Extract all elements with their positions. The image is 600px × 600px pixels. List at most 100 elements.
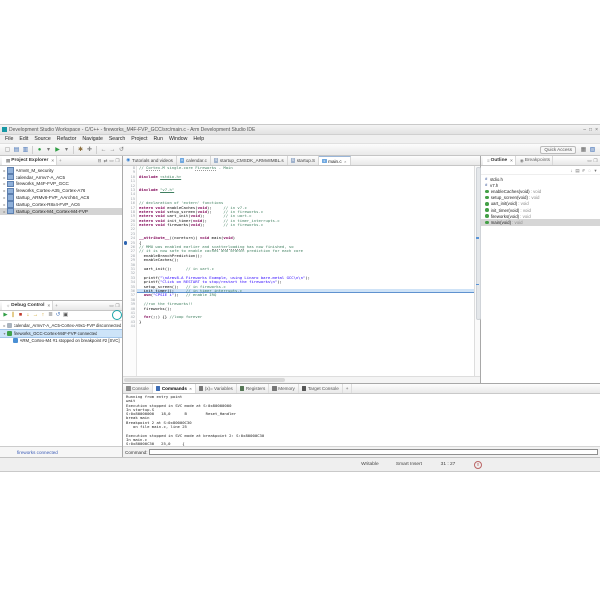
minimize-icon[interactable]: ▭ (109, 158, 114, 163)
menu-run[interactable]: Run (150, 135, 166, 143)
command-row: Command: (123, 446, 600, 457)
cpp-perspective-icon[interactable]: ▧ (589, 146, 597, 154)
navigate-back-icon[interactable]: ← (100, 146, 108, 154)
link-editor-icon[interactable]: ⇄ (103, 158, 108, 163)
project-item[interactable]: ▸startup_Cortex-M4_Cortex-M4-FVP (0, 208, 122, 215)
new-view-tab-icon[interactable]: + (55, 303, 58, 308)
menu-refactor[interactable]: Refactor (54, 135, 80, 143)
error-log-icon[interactable]: ! (474, 461, 482, 469)
tab-target-console[interactable]: Target Console (299, 384, 343, 393)
tab-commands[interactable]: Commands× (153, 384, 196, 393)
run-icon[interactable]: ▶ (54, 146, 62, 154)
maximize-window-icon[interactable]: □ (589, 127, 592, 133)
tab-project-explorer[interactable]: ▤ Project Explorer × (2, 156, 57, 165)
project-item[interactable]: ▸fireworks_M4F-FVP_GCC (0, 181, 122, 188)
close-icon[interactable]: × (510, 158, 513, 163)
reset-icon[interactable]: ↺ (55, 312, 62, 319)
editor-tab-calendar-c[interactable]: ccalendar.c (177, 156, 211, 165)
close-icon[interactable]: × (189, 386, 191, 391)
collapse-all-icon[interactable]: ⊟ (97, 158, 102, 163)
save-icon[interactable]: ▤ (13, 146, 21, 154)
close-window-icon[interactable]: × (595, 127, 598, 133)
close-icon[interactable]: × (344, 159, 346, 164)
dropdown-icon[interactable]: ▾ (45, 146, 53, 154)
close-icon[interactable]: × (51, 158, 54, 163)
editor-tab-startup-cmsdk-armv8mbl-s[interactable]: Sstartup_CMSDK_ARMv8MBL.s (211, 156, 288, 165)
command-input[interactable] (149, 449, 598, 456)
tab-debug-control[interactable]: ☼ Debug Control × (2, 301, 53, 310)
stop-icon[interactable]: ■ (17, 312, 24, 319)
debug-connection-item[interactable]: ▸calendar_Armv7-A_AC5-Cortex-A9x1-FVP di… (0, 322, 122, 329)
tab-registers[interactable]: Registers (237, 384, 269, 393)
connect-icon[interactable]: ▶ (2, 312, 9, 319)
minimize-icon[interactable]: ▭ (109, 303, 114, 308)
last-edit-icon[interactable]: ↺ (118, 146, 126, 154)
step-into-icon[interactable]: ↓ (25, 312, 32, 319)
menu-edit[interactable]: Edit (16, 135, 31, 143)
debug-item-label: ARM_Cortex-M4 #1 stopped on breakpoint #… (20, 338, 120, 343)
sort-icon[interactable]: ↓ (569, 168, 574, 173)
annotation-ruler[interactable] (123, 166, 128, 376)
tab--[interactable]: + (343, 384, 353, 393)
title-bar[interactable]: Development Studio Workspace - C/C++ - f… (0, 125, 600, 135)
scrollbar-thumb[interactable] (476, 167, 482, 320)
menu-search[interactable]: Search (106, 135, 128, 143)
view-menu-icon[interactable]: ▾ (593, 168, 598, 173)
new-wizard-icon[interactable]: ✚ (86, 146, 94, 154)
menu-project[interactable]: Project (128, 135, 150, 143)
overview-ruler[interactable] (474, 166, 480, 376)
menu-navigate[interactable]: Navigate (79, 135, 105, 143)
tab-memory[interactable]: Memory (269, 384, 299, 393)
close-icon[interactable]: × (47, 303, 50, 308)
horizontal-scrollbar[interactable] (123, 376, 480, 383)
new-icon[interactable]: ▢ (4, 146, 12, 154)
interrupt-icon[interactable]: ∥ (10, 312, 17, 319)
menu-help[interactable]: Help (190, 135, 207, 143)
build-icon[interactable]: ✱ (77, 146, 85, 154)
maximize-icon[interactable]: ❒ (115, 158, 120, 163)
minimize-window-icon[interactable]: – (583, 127, 586, 133)
tab-console[interactable]: Console (123, 384, 153, 393)
outline-item[interactable]: main(void) : void (481, 219, 600, 225)
maximize-icon[interactable]: ❒ (593, 158, 598, 163)
hscroll-thumb[interactable] (124, 378, 285, 382)
instruction-stepping-icon[interactable]: ≣ (47, 312, 54, 319)
project-item[interactable]: ▸startup_ARMv8-FVP_AArch64_AC6 (0, 194, 122, 201)
code-line[interactable] (137, 324, 474, 328)
step-out-icon[interactable]: ↑ (40, 312, 47, 319)
maximize-icon[interactable]: ❒ (115, 303, 120, 308)
save-all-icon[interactable]: ▥ (22, 146, 30, 154)
commands-console[interactable]: Running from entry pointwaitExecution st… (123, 394, 600, 446)
outline-item-label: uart_init(void) (491, 201, 518, 206)
hide-includes-icon[interactable]: ◌ (587, 168, 592, 173)
tab-breakpoints[interactable]: ◉Breakpoints (516, 156, 553, 165)
menu-source[interactable]: Source (31, 135, 53, 143)
quick-access-button[interactable]: Quick Access (540, 146, 576, 154)
debug-icon[interactable]: ● (36, 146, 44, 154)
project-item[interactable]: ▸calendar_Armv7-A_AC5 (0, 174, 122, 181)
disconnect-icon[interactable]: ▣ (62, 312, 69, 319)
open-perspective-icon[interactable]: ▦ (580, 146, 588, 154)
new-view-tab-icon[interactable]: + (59, 158, 62, 163)
step-over-icon[interactable]: → (32, 312, 39, 319)
project-item[interactable]: ▸startup_Cortex-R8x4-FVP_AC6 (0, 201, 122, 208)
tab-outline[interactable]: ≡Outline× (483, 156, 516, 165)
editor-tab-main-c[interactable]: cmain.c× (319, 156, 350, 165)
editor-tab-label: startup.S (297, 158, 315, 163)
dropdown-icon[interactable]: ▾ (63, 146, 71, 154)
project-item[interactable]: ▸Armv8_M_security (0, 167, 122, 174)
project-item[interactable]: ▸fireworks_Cortex-A35_Cortex-A76 (0, 187, 122, 194)
code-area[interactable]: // Cortex-M single-core Fireworks - Main… (137, 166, 474, 376)
menu-file[interactable]: File (2, 135, 16, 143)
minimize-icon[interactable]: ▭ (587, 158, 592, 163)
hide-macros-icon[interactable]: # (581, 168, 586, 173)
debug-connection-item[interactable]: ▾fireworks_GCC-Cortex-M4F-FVP connected (0, 329, 122, 338)
navigate-forward-icon[interactable]: → (109, 146, 117, 154)
editor-tab-tutorials-and-videos[interactable]: ◉Tutorials and videos (123, 156, 177, 165)
breakpoint-icon[interactable] (124, 241, 128, 245)
debug-connection-item[interactable]: ARM_Cortex-M4 #1 stopped on breakpoint #… (0, 338, 122, 345)
editor-tab-startup-s[interactable]: Sstartup.S (288, 156, 319, 165)
tab--x-variables[interactable]: (x)= Variables (196, 384, 237, 393)
menu-window[interactable]: Window (166, 135, 190, 143)
hide-fields-icon[interactable]: ▤ (575, 168, 580, 173)
